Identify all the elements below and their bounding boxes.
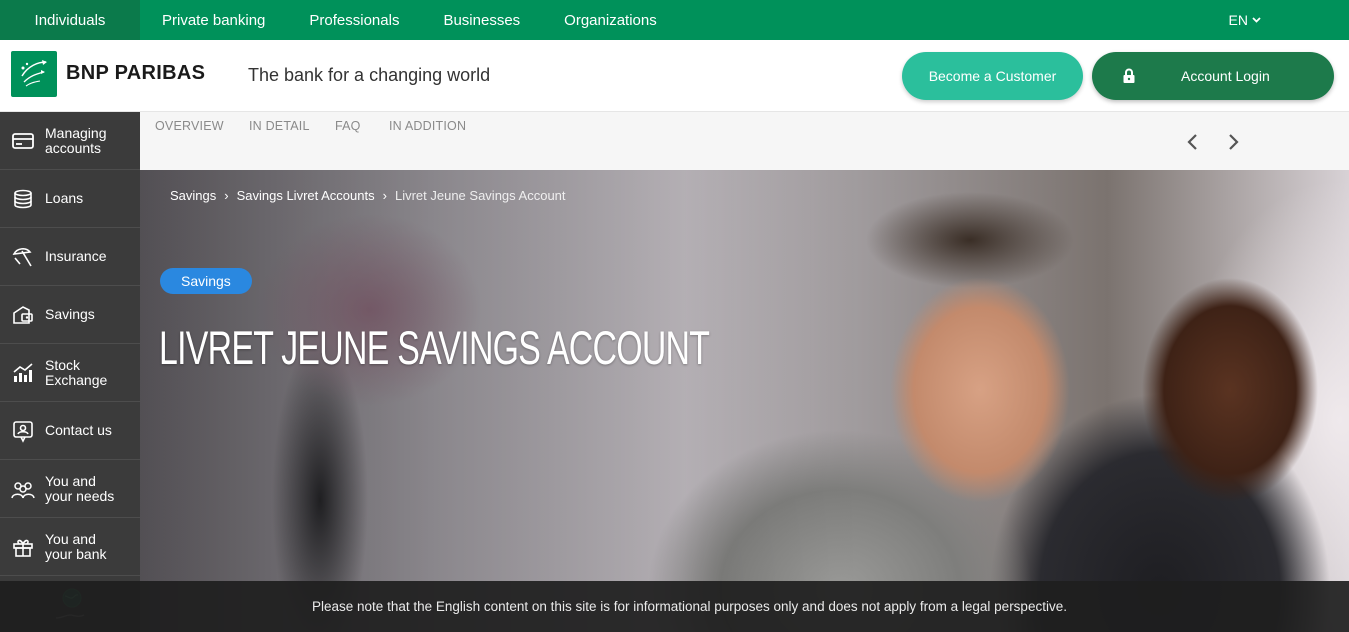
nav-individuals[interactable]: Individuals [0, 0, 140, 40]
contact-icon [13, 420, 33, 443]
nav-individuals-label: Individuals [34, 11, 106, 29]
sidebar-item-managing-accounts[interactable]: Managing accounts [0, 112, 140, 170]
breadcrumb-separator-icon: › [224, 188, 229, 203]
tab-in-detail[interactable]: IN DETAIL [249, 119, 310, 133]
category-tag[interactable]: Savings [160, 268, 252, 294]
tab-faq[interactable]: FAQ [335, 119, 361, 133]
chevron-left-icon[interactable] [1183, 132, 1203, 152]
nav-professionals[interactable]: Professionals [287, 0, 421, 40]
sidebar-item-you-and-your-bank[interactable]: You and your bank [0, 518, 140, 576]
sidebar-item-savings[interactable]: Savings [0, 286, 140, 344]
breadcrumb-current: Livret Jeune Savings Account [394, 188, 566, 203]
sidebar-item-loans[interactable]: Loans [0, 170, 140, 228]
nav-private-banking-label: Private banking [162, 11, 266, 29]
sidebar-item-you-and-your-needs[interactable]: You and your needs [0, 460, 140, 518]
legal-notice-text: Please note that the English content on … [312, 599, 1067, 614]
bnp-logo-icon[interactable] [11, 51, 57, 97]
tab-overview[interactable]: OVERVIEW [155, 119, 224, 133]
sidebar-item-label: Insurance [45, 248, 107, 264]
account-login-label: Account Login [1181, 68, 1270, 84]
nav-businesses[interactable]: Businesses [421, 0, 542, 40]
sidebar-item-label: Savings [45, 306, 95, 322]
language-label: EN [1228, 12, 1248, 28]
lock-icon [1123, 68, 1135, 83]
breadcrumb-savings[interactable]: Savings [170, 188, 216, 203]
umbrella-icon [12, 247, 32, 266]
hero-banner: Savings › Savings Livret Accounts › Livr… [140, 170, 1349, 632]
sidebar-item-label: Loans [45, 190, 84, 206]
become-customer-label: Become a Customer [928, 68, 1057, 84]
legal-notice-banner: Please note that the English content on … [0, 581, 1349, 632]
sidebar-item-label: Contact us [45, 422, 112, 438]
account-login-button[interactable]: Account Login [1092, 52, 1334, 100]
nav-organizations-label: Organizations [564, 11, 657, 29]
nav-private-banking[interactable]: Private banking [140, 0, 287, 40]
sidebar-item-label: Stock Exchange [45, 356, 108, 388]
piggy-icon [13, 305, 33, 324]
nav-professionals-label: Professionals [309, 11, 400, 29]
breadcrumb-savings-livret[interactable]: Savings Livret Accounts [237, 188, 375, 203]
sidebar: Managing accounts Loans Insurance Saving… [0, 112, 140, 632]
nav-businesses-label: Businesses [443, 11, 521, 29]
language-selector[interactable]: EN [1229, 0, 1261, 40]
sidebar-item-label: You and your needs [45, 472, 115, 504]
sidebar-item-label: You and your bank [45, 530, 107, 562]
gift-icon [13, 539, 33, 557]
hero-image-overlay [140, 170, 1349, 632]
chart-icon [13, 362, 33, 382]
breadcrumb-separator-icon: › [382, 188, 387, 203]
become-customer-button[interactable]: Become a Customer [902, 52, 1083, 100]
tab-in-addition[interactable]: IN ADDITION [389, 119, 466, 133]
brand-name: BNP PARIBAS [66, 62, 206, 84]
sidebar-item-label: Managing accounts [45, 124, 107, 156]
page-title: LIVRET JEUNE SAVINGS ACCOUNT [159, 321, 710, 374]
sidebar-item-contact-us[interactable]: Contact us [0, 402, 140, 460]
chevron-down-icon [1252, 17, 1261, 23]
tagline: The bank for a changing world [248, 65, 491, 85]
breadcrumb: Savings › Savings Livret Accounts › Livr… [170, 188, 566, 203]
sidebar-item-stock-exchange[interactable]: Stock Exchange [0, 344, 140, 402]
people-icon [11, 481, 35, 498]
coins-icon [14, 189, 32, 208]
top-nav: Individuals Private banking Professional… [0, 0, 1349, 40]
chevron-right-icon[interactable] [1223, 132, 1243, 152]
nav-organizations[interactable]: Organizations [542, 0, 679, 40]
section-tabs: OVERVIEW IN DETAIL FAQ IN ADDITION [140, 112, 1349, 170]
site-header: BNP PARIBAS The bank for a changing worl… [0, 40, 1349, 112]
card-icon [12, 132, 34, 149]
sidebar-item-insurance[interactable]: Insurance [0, 228, 140, 286]
